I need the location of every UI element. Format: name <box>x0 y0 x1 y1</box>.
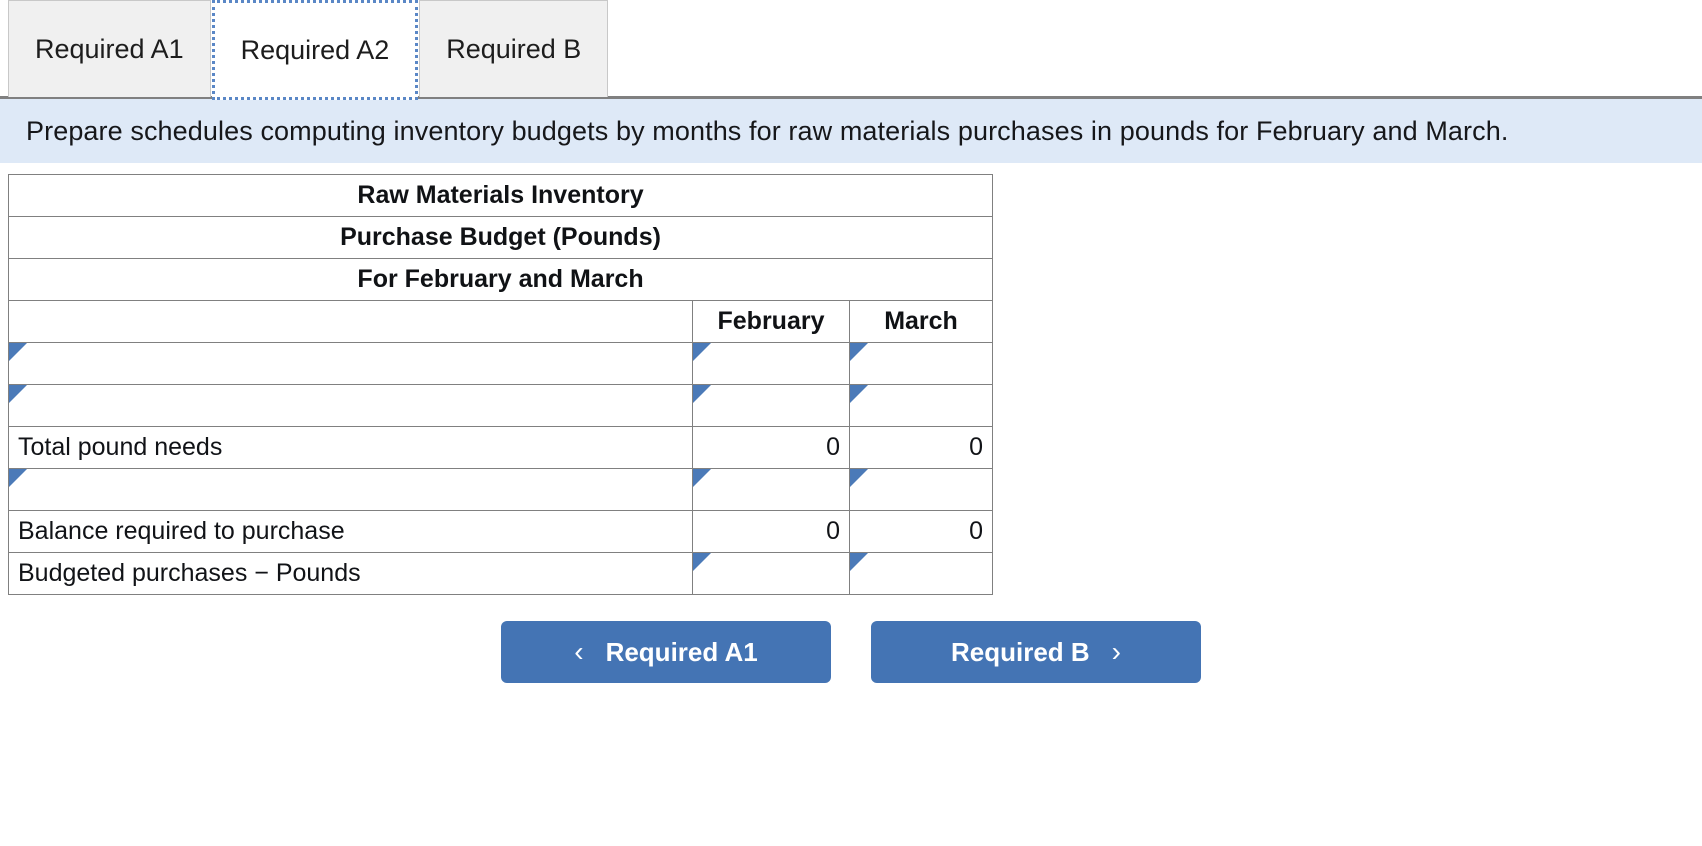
table-title-row-3: For February and March <box>9 259 993 301</box>
table-title-1: Raw Materials Inventory <box>9 175 993 217</box>
row-4-february-value <box>702 469 840 510</box>
table-row <box>9 343 993 385</box>
previous-required-a1-button[interactable]: ‹ Required A1 <box>501 621 831 683</box>
instruction-text: Prepare schedules computing inventory bu… <box>26 116 1508 147</box>
tab-label: Required A1 <box>35 34 184 65</box>
row-2-february-value <box>702 385 840 426</box>
row-6-february-value <box>702 553 840 594</box>
row-1-march-value <box>859 343 983 384</box>
table-row <box>9 385 993 427</box>
table-title-row-2: Purchase Budget (Pounds) <box>9 217 993 259</box>
row-6-march-input[interactable] <box>850 553 993 595</box>
table-title-3: For February and March <box>9 259 993 301</box>
previous-button-label: Required A1 <box>606 637 758 668</box>
column-header-row: February March <box>9 301 993 343</box>
table-row: Balance required to purchase 0 0 <box>9 511 993 553</box>
column-header-blank <box>9 301 693 343</box>
navigation-bar: ‹ Required A1 Required B › <box>0 621 1702 683</box>
row-3-february-total: 0 <box>693 427 850 469</box>
row-3-march-total: 0 <box>850 427 993 469</box>
row-1-march-input[interactable] <box>850 343 993 385</box>
budget-table-container: Raw Materials Inventory Purchase Budget … <box>0 163 1702 595</box>
next-required-b-button[interactable]: Required B › <box>871 621 1201 683</box>
row-5-label: Balance required to purchase <box>9 511 693 553</box>
row-1-february-input[interactable] <box>693 343 850 385</box>
next-button-label: Required B <box>951 637 1090 668</box>
table-row: Budgeted purchases − Pounds <box>9 553 993 595</box>
row-2-march-input[interactable] <box>850 385 993 427</box>
table-title-row-1: Raw Materials Inventory <box>9 175 993 217</box>
tab-required-a1[interactable]: Required A1 <box>8 0 211 97</box>
raw-materials-purchase-budget-table: Raw Materials Inventory Purchase Budget … <box>8 174 993 595</box>
row-1-label-select[interactable] <box>9 343 693 385</box>
tab-label: Required A2 <box>241 35 390 66</box>
row-2-march-value <box>859 385 983 426</box>
instruction-banner: Prepare schedules computing inventory bu… <box>0 99 1702 163</box>
row-5-february-total: 0 <box>693 511 850 553</box>
row-3-label: Total pound needs <box>9 427 693 469</box>
row-4-label-select[interactable] <box>9 469 693 511</box>
table-title-2: Purchase Budget (Pounds) <box>9 217 993 259</box>
row-4-march-value <box>859 469 983 510</box>
row-4-february-input[interactable] <box>693 469 850 511</box>
row-4-march-input[interactable] <box>850 469 993 511</box>
tab-required-b[interactable]: Required B <box>419 0 608 97</box>
column-header-march: March <box>850 301 993 343</box>
table-row: Total pound needs 0 0 <box>9 427 993 469</box>
column-header-february: February <box>693 301 850 343</box>
table-row <box>9 469 993 511</box>
row-6-february-input[interactable] <box>693 553 850 595</box>
tab-label: Required B <box>446 34 581 65</box>
row-1-february-value <box>702 343 840 384</box>
row-4-label-value <box>18 469 683 510</box>
row-2-february-input[interactable] <box>693 385 850 427</box>
row-1-label-value <box>18 343 683 384</box>
tab-required-a2[interactable]: Required A2 <box>212 0 419 100</box>
chevron-left-icon: ‹ <box>574 638 583 666</box>
row-6-label: Budgeted purchases − Pounds <box>9 553 693 595</box>
row-5-march-total: 0 <box>850 511 993 553</box>
row-2-label-value <box>18 385 683 426</box>
row-2-label-select[interactable] <box>9 385 693 427</box>
row-6-march-value <box>859 553 983 594</box>
chevron-right-icon: › <box>1112 638 1121 666</box>
tab-strip: Required A1 Required A2 Required B <box>0 0 1702 99</box>
